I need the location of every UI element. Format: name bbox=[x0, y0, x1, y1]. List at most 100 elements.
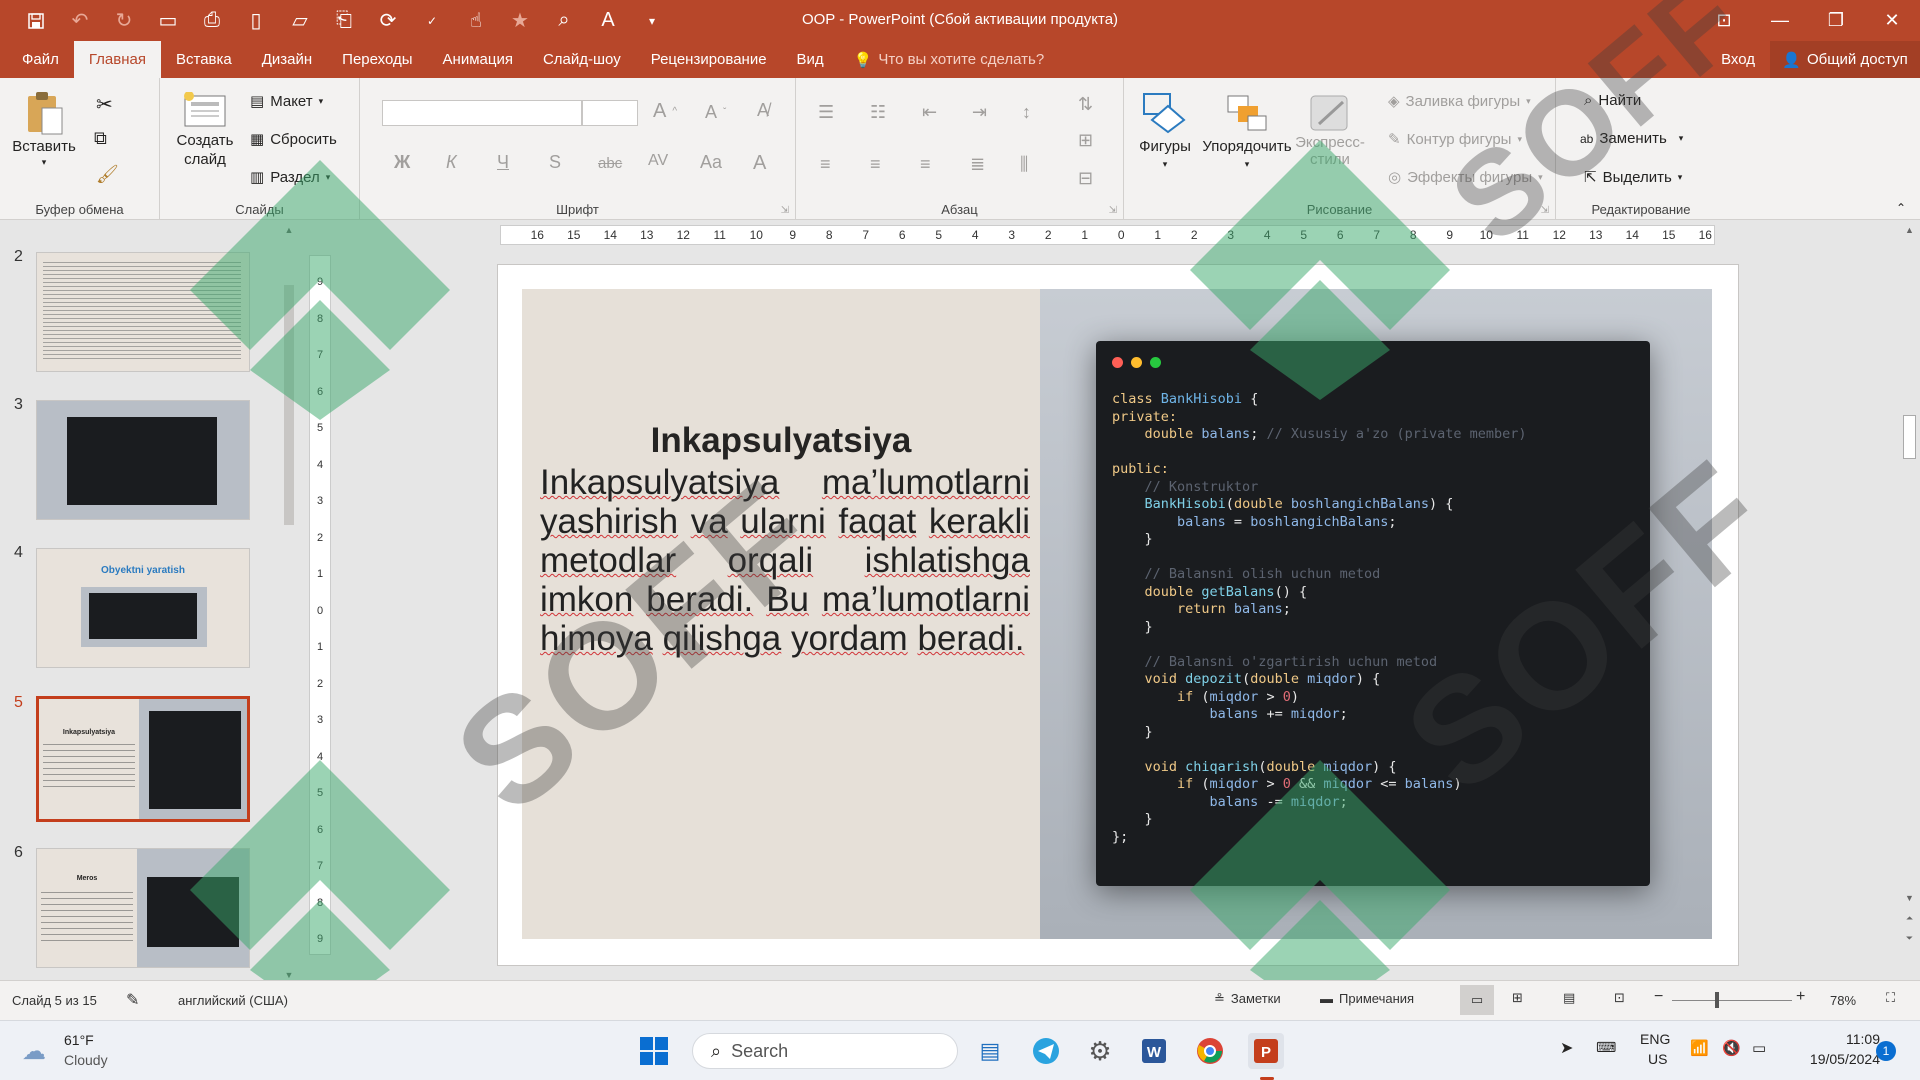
search-icon[interactable]: ⌕ bbox=[542, 0, 586, 41]
font-size-input[interactable] bbox=[582, 100, 638, 126]
section-button[interactable]: ▥ Раздел ▾ bbox=[250, 168, 330, 187]
slide-thumbnail-5-selected[interactable]: Inkapsulyatsiya bbox=[36, 696, 250, 822]
clear-format-icon[interactable]: A̸ bbox=[757, 100, 769, 121]
dialog-launcher-icon[interactable]: ⇲ bbox=[1541, 205, 1549, 216]
font-name-input[interactable] bbox=[382, 100, 582, 126]
spacing-button[interactable]: AV bbox=[648, 152, 668, 170]
tab-transitions[interactable]: Переходы bbox=[327, 41, 427, 78]
italic-button[interactable]: К bbox=[446, 152, 457, 173]
redo-icon[interactable]: ↻ bbox=[102, 0, 146, 41]
align-text-icon[interactable]: ⊞ bbox=[1078, 130, 1093, 151]
open-folder-icon[interactable]: ▱ bbox=[278, 0, 322, 41]
arrange-button[interactable]: Упорядочить ▾ bbox=[1202, 92, 1292, 170]
shrink-font-icon[interactable]: Aˇ bbox=[705, 102, 726, 123]
word-icon[interactable]: W bbox=[1136, 1033, 1172, 1069]
bold-button[interactable]: Ж bbox=[394, 152, 410, 173]
fit-to-window-icon[interactable]: ⛶ bbox=[1886, 990, 1895, 1006]
battery-icon[interactable]: ▭ bbox=[1752, 1039, 1766, 1057]
next-slide-icon[interactable]: ⏷ bbox=[1899, 933, 1920, 944]
slide-sorter-icon[interactable]: ⊞ bbox=[1512, 990, 1523, 1006]
slide-title[interactable]: Inkapsulyatsiya bbox=[522, 421, 1040, 461]
star-icon[interactable]: ★ bbox=[498, 0, 542, 41]
scroll-up-icon[interactable]: ▲ bbox=[282, 225, 296, 235]
align-left-icon[interactable]: ≡ bbox=[820, 154, 831, 175]
strikethrough-button[interactable]: abc bbox=[598, 155, 622, 172]
print-preview-icon[interactable]: ⎙ bbox=[190, 0, 234, 41]
notes-button[interactable]: ≗ Заметки bbox=[1214, 991, 1281, 1007]
thumbnail-scrollbar[interactable]: ▲ ▼ bbox=[282, 225, 296, 980]
quick-print-icon[interactable]: ⎗ bbox=[322, 0, 366, 41]
smartart-icon[interactable]: ⊟ bbox=[1078, 168, 1093, 189]
zoom-in-icon[interactable]: + bbox=[1796, 988, 1805, 1006]
telegram-icon[interactable] bbox=[1028, 1033, 1064, 1069]
input-region[interactable]: US bbox=[1648, 1051, 1667, 1067]
input-language[interactable]: ENG bbox=[1640, 1031, 1670, 1047]
select-button[interactable]: ⇱ Выделить ▾ bbox=[1584, 168, 1682, 187]
line-spacing-icon[interactable]: ↕ bbox=[1022, 102, 1031, 123]
copy-icon[interactable]: ⧉ bbox=[94, 128, 107, 149]
dialog-launcher-icon[interactable]: ⇲ bbox=[781, 205, 789, 216]
windows-start-icon[interactable] bbox=[636, 1033, 672, 1069]
previous-slide-icon[interactable]: ⏶ bbox=[1899, 913, 1920, 924]
grow-font-icon[interactable]: A ^ bbox=[653, 100, 677, 123]
touch-mode-icon[interactable]: ☝ bbox=[454, 0, 498, 41]
save-icon[interactable] bbox=[14, 0, 58, 41]
slide-scrollbar[interactable]: ▲ ▼ ⏶ ⏷ bbox=[1899, 225, 1920, 965]
signin-link[interactable]: Вход bbox=[1706, 41, 1770, 78]
slide-body-text[interactable]: Inkapsulyatsiya ma’lumotlarni yashirish … bbox=[540, 463, 1030, 658]
paste-button[interactable]: Вставить ▾ bbox=[12, 90, 76, 168]
find-button[interactable]: ⌕ Найти bbox=[1584, 92, 1641, 109]
dialog-launcher-icon[interactable]: ⇲ bbox=[1109, 205, 1117, 216]
format-painter-icon[interactable]: 🖌 bbox=[96, 164, 119, 185]
tab-view[interactable]: Вид bbox=[782, 41, 839, 78]
zoom-out-icon[interactable]: − bbox=[1654, 988, 1663, 1006]
scrollbar-thumb[interactable] bbox=[284, 285, 294, 525]
reading-view-icon[interactable]: ▤ bbox=[1563, 990, 1575, 1006]
layout-button[interactable]: ▤ Макет ▾ bbox=[250, 92, 323, 111]
slide-thumbnail-2[interactable] bbox=[36, 252, 250, 372]
align-right-icon[interactable]: ≡ bbox=[920, 154, 931, 175]
zoom-slider-thumb[interactable] bbox=[1715, 992, 1719, 1008]
shapes-button[interactable]: Фигуры ▾ bbox=[1138, 92, 1192, 170]
clock-date[interactable]: 19/05/2024 bbox=[1780, 1051, 1880, 1067]
slide-thumbnail-3[interactable] bbox=[36, 400, 250, 520]
bullets-icon[interactable]: ☰ bbox=[818, 102, 834, 123]
scroll-down-icon[interactable]: ▼ bbox=[1899, 893, 1920, 903]
chrome-icon[interactable] bbox=[1192, 1033, 1228, 1069]
slide-canvas[interactable]: Inkapsulyatsiya Inkapsulyatsiya ma’lumot… bbox=[498, 265, 1738, 965]
underline-button[interactable]: Ч bbox=[497, 152, 509, 173]
new-slide-button[interactable]: Создать слайд bbox=[174, 92, 236, 168]
tab-insert[interactable]: Вставка bbox=[161, 41, 247, 78]
wifi-icon[interactable]: 📶 bbox=[1690, 1039, 1709, 1057]
tab-slideshow[interactable]: Слайд-шоу bbox=[528, 41, 636, 78]
tab-review[interactable]: Рецензирование bbox=[636, 41, 782, 78]
notepad-icon[interactable]: ▤ bbox=[972, 1033, 1008, 1069]
zoom-slider-track[interactable] bbox=[1672, 1000, 1792, 1001]
text-direction-icon[interactable]: ⇅ bbox=[1078, 94, 1093, 115]
volume-muted-icon[interactable]: 🔇 bbox=[1722, 1039, 1741, 1057]
notification-badge[interactable]: 1 bbox=[1876, 1041, 1896, 1061]
spelling-icon[interactable]: ✓ bbox=[410, 0, 454, 41]
comments-button[interactable]: ▬ Примечания bbox=[1320, 991, 1414, 1006]
zoom-level[interactable]: 78% bbox=[1830, 993, 1856, 1008]
change-case-button[interactable]: Aa bbox=[700, 152, 722, 173]
shadow-button[interactable]: S bbox=[549, 152, 561, 173]
telegram-tray-icon[interactable]: ➤ bbox=[1560, 1038, 1573, 1058]
justify-icon[interactable]: ≣ bbox=[970, 154, 985, 175]
tell-me-box[interactable]: 💡 Что вы хотите сделать? bbox=[839, 41, 1060, 78]
decrease-indent-icon[interactable]: ⇤ bbox=[922, 102, 937, 123]
cut-icon[interactable]: ✂ bbox=[96, 92, 113, 117]
replace-button[interactable]: ab Заменить ▾ bbox=[1580, 130, 1683, 147]
clock-time[interactable]: 11:09 bbox=[1810, 1031, 1880, 1047]
slide-thumbnail-6[interactable]: Meros bbox=[36, 848, 250, 968]
language-indicator[interactable]: английский (США) bbox=[178, 993, 288, 1008]
slide-image-panel[interactable]: class BankHisobi {private: double balans… bbox=[1040, 289, 1712, 939]
taskbar-search[interactable]: ⌕ Search bbox=[692, 1033, 958, 1069]
collapse-ribbon-icon[interactable]: ⌃ bbox=[1896, 201, 1906, 215]
font-color-icon[interactable]: A bbox=[586, 0, 630, 41]
shape-effects-button[interactable]: ◎ Эффекты фигуры ▾ bbox=[1388, 168, 1543, 187]
minimize-icon[interactable]: — bbox=[1752, 0, 1808, 41]
sync-icon[interactable]: ⟳ bbox=[366, 0, 410, 41]
tab-design[interactable]: Дизайн bbox=[247, 41, 327, 78]
ribbon-display-icon[interactable]: ⊡ bbox=[1696, 0, 1752, 41]
